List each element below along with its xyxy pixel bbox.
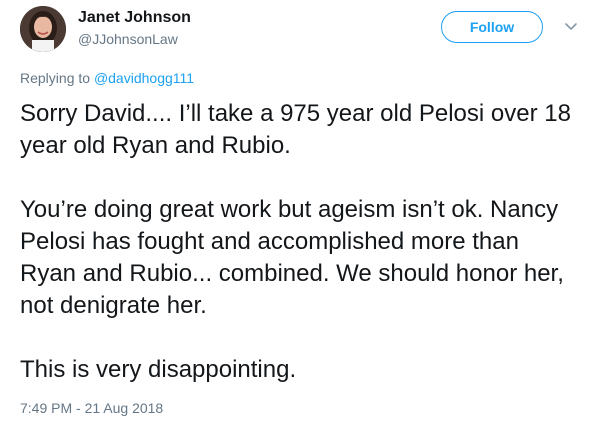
follow-button[interactable]: Follow [441,11,543,43]
avatar-image [20,6,66,52]
replying-to-line: Replying to @davidhogg111 [20,70,194,86]
replying-to-label: Replying to [20,70,94,86]
author-display-name[interactable]: Janet Johnson [78,9,191,27]
chevron-down-icon[interactable] [563,20,579,34]
avatar[interactable] [20,6,66,52]
tweet-timestamp[interactable]: 7:49 PM - 21 Aug 2018 [20,400,163,416]
tweet-paragraph: You’re doing great work but ageism isn’t… [20,196,564,319]
reply-mention-link[interactable]: @davidhogg111 [94,70,194,86]
author-handle[interactable]: @JJohnsonLaw [78,31,178,47]
tweet-paragraph: This is very disappointing. [20,356,297,383]
tweet-paragraph: Sorry David.... I’ll take a 975 year old… [20,100,571,159]
tweet-text: Sorry David.... I’ll take a 975 year old… [20,98,580,386]
